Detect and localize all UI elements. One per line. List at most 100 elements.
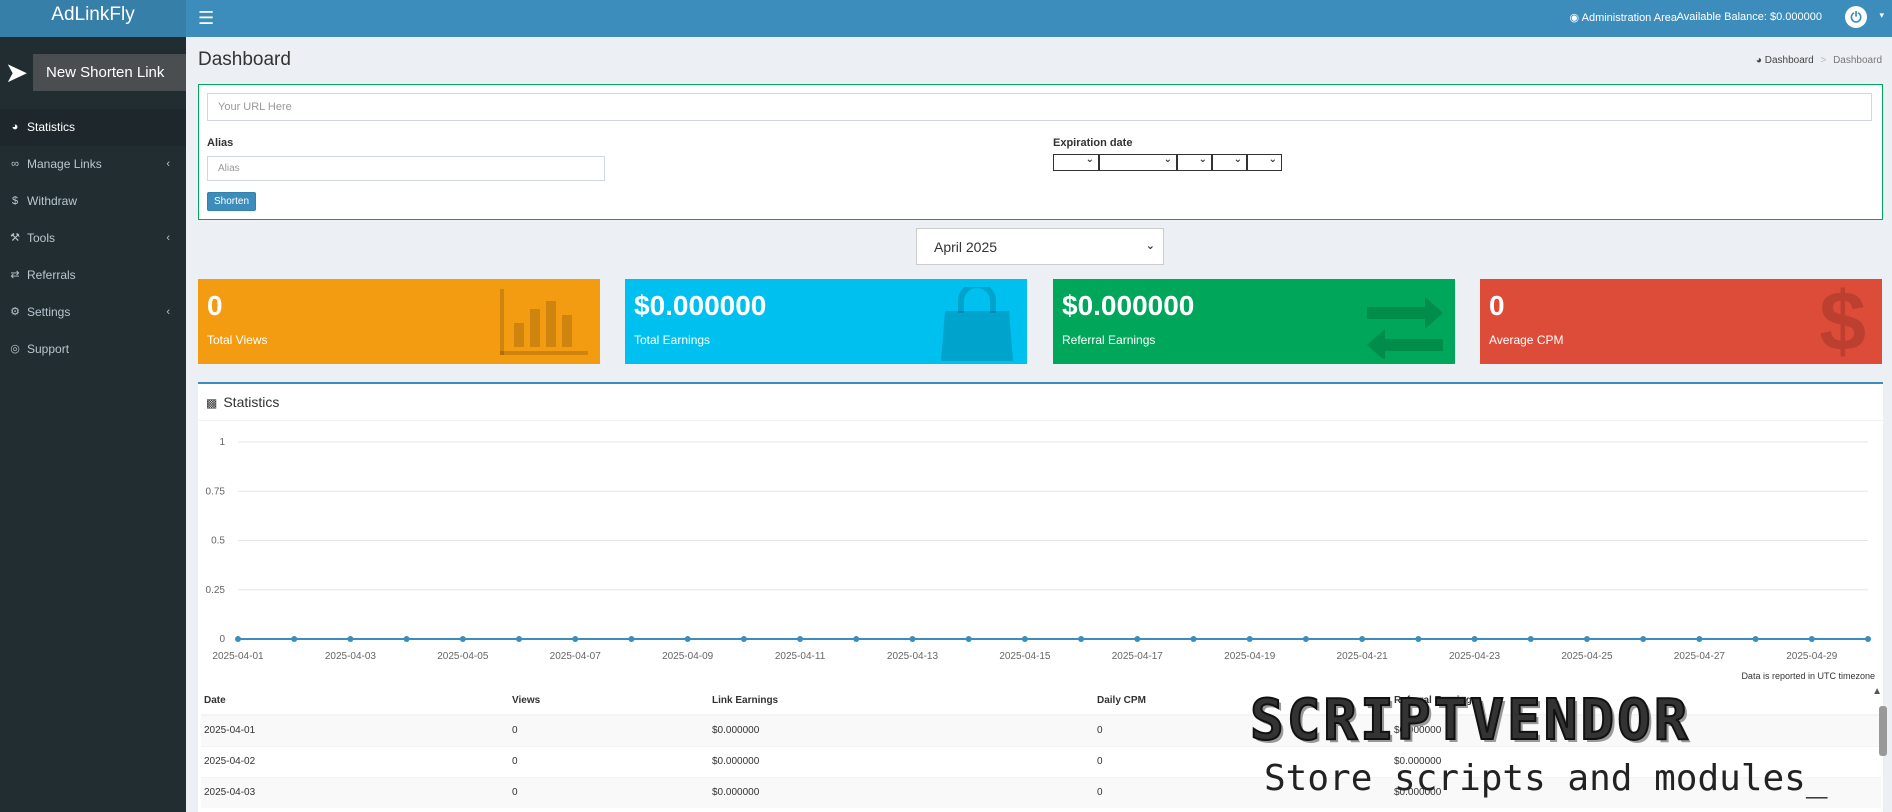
referral-earnings-box: $0.000000 Referral Earnings — [1053, 279, 1455, 364]
balance-display: Available Balance: $0.000000 — [1676, 11, 1822, 23]
x-tick-label: 2025-04-21 — [1337, 651, 1389, 662]
table-header: Views — [509, 687, 709, 716]
expiration-month-select[interactable]: ⌄ — [1053, 154, 1099, 171]
y-tick-label: 1 — [219, 437, 225, 448]
month-select[interactable]: April 2025 ⌄ — [916, 228, 1164, 265]
x-tick-label: 2025-04-05 — [437, 651, 489, 662]
data-point — [516, 636, 523, 642]
x-tick-label: 2025-04-29 — [1786, 651, 1838, 662]
exchange-icon — [1367, 297, 1443, 359]
data-point — [1640, 636, 1647, 642]
data-point — [572, 636, 579, 642]
admin-area-link[interactable]: ◉ Administration Area — [1570, 11, 1677, 24]
hamburger-icon[interactable]: ☰ — [198, 8, 214, 29]
sidebar-item-label: Tools — [27, 231, 56, 245]
sidebar-item-label: Withdraw — [27, 194, 78, 208]
scrollbar-thumb[interactable] — [1879, 706, 1887, 756]
expiration-hour-select[interactable]: ⌄ — [1212, 154, 1247, 171]
data-point — [459, 636, 466, 642]
bar-chart-icon — [500, 289, 588, 355]
table-cell: 0 — [509, 776, 709, 808]
stat-label: Total Views — [207, 333, 268, 347]
sidebar-item-referrals[interactable]: ⇄ Referrals — [0, 257, 186, 294]
sidebar-item-statistics[interactable]: ◕ Statistics — [0, 109, 186, 146]
table-cell: $0.000000 — [709, 714, 1094, 746]
y-tick-label: 0.5 — [211, 536, 225, 547]
table-cell: $0.000000 — [709, 776, 1094, 808]
watermark-subtitle: Store scripts and modules_ — [1264, 758, 1828, 799]
expiration-date-label: Expiration date — [1053, 137, 1133, 149]
dollar-icon: $ — [1819, 279, 1866, 364]
scroll-up-icon[interactable]: ▲ — [1872, 686, 1882, 697]
bar-chart-icon: ▩ — [206, 396, 218, 410]
sidebar-item-support[interactable]: ◎ Support — [0, 331, 186, 368]
expiration-day-select[interactable]: ⌄ — [1099, 154, 1177, 171]
data-point — [797, 636, 804, 642]
table-cell: 0 — [509, 714, 709, 746]
table-cell: $0.000000 — [709, 745, 1094, 777]
data-point — [403, 636, 410, 642]
data-point — [235, 636, 241, 642]
wrench-icon: ⚒ — [10, 232, 20, 244]
data-point — [291, 636, 298, 642]
sidebar-item-withdraw[interactable]: $ Withdraw — [0, 183, 186, 220]
x-tick-label: 2025-04-07 — [550, 651, 602, 662]
watermark: SCRIPTVENDOR Store scripts and modules_ — [1248, 691, 1878, 812]
alias-input[interactable]: Alias — [207, 156, 605, 181]
x-tick-label: 2025-04-25 — [1561, 651, 1613, 662]
sidebar-item-label: Referrals — [27, 268, 76, 282]
chevron-down-icon: ⌄ — [1145, 240, 1155, 252]
statistics-title: Statistics — [223, 394, 280, 410]
shorten-button[interactable]: Shorten — [207, 192, 257, 211]
timezone-note: Data is reported in UTC timezone — [1741, 671, 1875, 681]
y-tick-label: 0.25 — [206, 585, 226, 596]
sidebar-item-label: Statistics — [27, 120, 76, 134]
sidebar-item-manage-links[interactable]: ∞ Manage Links ‹ — [0, 146, 186, 183]
expiration-minute-select[interactable]: ⌄ — [1247, 154, 1282, 171]
power-icon[interactable]: ⏻ — [1845, 6, 1867, 28]
chevron-left-icon: ‹ — [166, 306, 170, 318]
table-header: Link Earnings — [709, 687, 1094, 716]
sidebar-menu: ◕ Statistics ∞ Manage Links ‹ $ Withdraw… — [0, 109, 186, 368]
logo[interactable]: AdLinkFly — [0, 0, 186, 37]
data-point — [1752, 636, 1759, 642]
sidebar-item-tools[interactable]: ⚒ Tools ‹ — [0, 220, 186, 257]
stat-value: 0 — [207, 290, 223, 321]
statistics-header: ▩ Statistics — [206, 394, 279, 410]
x-tick-label: 2025-04-17 — [1112, 651, 1164, 662]
month-select-value: April 2025 — [934, 239, 998, 255]
url-input[interactable]: Your URL Here — [207, 93, 1872, 121]
expiration-year-select[interactable]: ⌄ — [1177, 154, 1212, 171]
sidebar: ➤ New Shorten Link ◕ Statistics ∞ Manage… — [0, 37, 186, 812]
stat-label: Referral Earnings — [1062, 333, 1156, 347]
shopping-bag-icon — [941, 287, 1013, 361]
breadcrumb-current: Dashboard — [1833, 55, 1882, 66]
average-cpm-box: 0 Average CPM $ — [1480, 279, 1882, 364]
total-earnings-box: $0.000000 Total Earnings — [625, 279, 1027, 364]
breadcrumb-link[interactable]: Dashboard — [1765, 55, 1814, 66]
data-point — [1583, 636, 1590, 642]
page-title: Dashboard — [198, 49, 291, 70]
data-point — [1190, 636, 1197, 642]
stat-value: $0.000000 — [1062, 290, 1195, 321]
table-cell: 2025-04-03 — [201, 776, 509, 808]
expiration-date-selects: ⌄ ⌄ ⌄ ⌄ ⌄ — [1053, 154, 1282, 171]
caret-down-icon[interactable]: ▾ — [1879, 10, 1884, 21]
data-point — [684, 636, 691, 642]
stat-label: Average CPM — [1489, 333, 1564, 347]
table-cell: 2025-04-01 — [201, 714, 509, 746]
data-point — [965, 636, 972, 642]
data-point — [1696, 636, 1703, 642]
total-views-box: 0 Total Views — [198, 279, 600, 364]
sidebar-item-label: Support — [27, 342, 70, 356]
breadcrumb: ◕ Dashboard > Dashboard — [1755, 55, 1882, 66]
sidebar-item-label: Manage Links — [27, 157, 102, 171]
dashboard-icon: ◕ — [1755, 55, 1762, 66]
lifebuoy-icon: ◎ — [10, 343, 20, 355]
data-point — [1078, 636, 1085, 642]
stat-value: $0.000000 — [634, 290, 767, 321]
sidebar-item-settings[interactable]: ⚙ Settings ‹ — [0, 294, 186, 331]
sidebar-item-label: Settings — [27, 305, 71, 319]
new-shorten-link-button[interactable]: ➤ New Shorten Link — [0, 54, 186, 91]
x-tick-label: 2025-04-09 — [662, 651, 714, 662]
